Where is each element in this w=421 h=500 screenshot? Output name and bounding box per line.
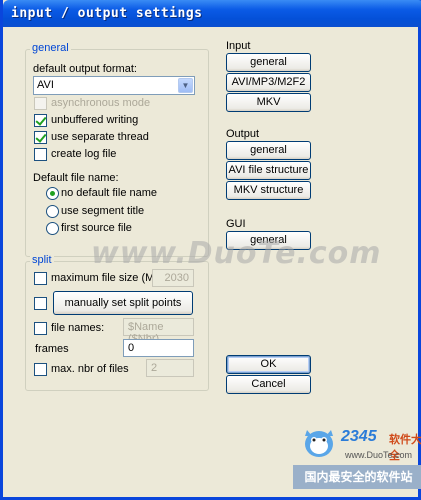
logo-url: www.DuoTe.com <box>345 450 413 460</box>
split-group-legend: split <box>30 254 54 266</box>
radio-no-default-name[interactable] <box>46 187 59 200</box>
file-names-label[interactable]: file names: <box>51 322 104 334</box>
max-file-size-checkbox[interactable] <box>34 272 47 285</box>
output-general-button[interactable]: general <box>226 141 311 160</box>
create-log-checkbox[interactable] <box>34 148 47 161</box>
title-bar[interactable]: input / output settings <box>3 0 421 27</box>
watermark-text: www.DuoTe.com <box>91 236 382 271</box>
gui-section-label: GUI <box>226 218 246 230</box>
input-section-label: Input <box>226 40 251 52</box>
unbuffered-writing-checkbox[interactable] <box>34 114 47 127</box>
frames-label: frames <box>35 343 69 355</box>
settings-window: input / output settings general default … <box>0 0 421 500</box>
create-log-label[interactable]: create log file <box>51 148 116 160</box>
radio-no-default-name-label[interactable]: no default file name <box>61 187 157 199</box>
output-avi-structure-button[interactable]: AVI file structure <box>226 161 311 180</box>
file-names-input: $Name ($Nbr) <box>123 318 194 345</box>
max-files-label[interactable]: max. nbr of files <box>51 363 129 375</box>
cancel-button[interactable]: Cancel <box>226 375 311 394</box>
chevron-down-icon[interactable]: ▼ <box>178 78 193 93</box>
max-file-size-label[interactable]: maximum file size (MB) <box>51 272 165 284</box>
mascot-icon <box>305 430 333 457</box>
unbuffered-writing-label[interactable]: unbuffered writing <box>51 114 138 126</box>
input-mkv-button[interactable]: MKV <box>226 93 311 112</box>
radio-segment-title-label[interactable]: use segment title <box>61 205 144 217</box>
input-general-button[interactable]: general <box>226 53 311 72</box>
separate-thread-checkbox[interactable] <box>34 131 47 144</box>
radio-segment-title[interactable] <box>46 205 59 218</box>
general-group-legend: general <box>30 42 71 54</box>
input-avi-mp3-m2f2-button[interactable]: AVI/MP3/M2F2 <box>226 73 311 92</box>
ok-button[interactable]: OK <box>226 355 311 374</box>
file-names-checkbox[interactable] <box>34 322 47 335</box>
output-mkv-structure-button[interactable]: MKV structure <box>226 181 311 200</box>
max-file-size-input: 2030 <box>152 269 194 287</box>
frames-input[interactable]: 0 <box>123 339 194 357</box>
async-mode-label: asynchronous mode <box>51 97 151 109</box>
manual-split-button[interactable]: manually set split points <box>53 291 193 315</box>
site-logo: 2345 软件大全 www.DuoTe.com 国内最安全的软件站 <box>293 418 421 500</box>
async-mode-checkbox <box>34 97 47 110</box>
separate-thread-label[interactable]: use separate thread <box>51 131 149 143</box>
radio-first-source[interactable] <box>46 222 59 235</box>
radio-first-source-label[interactable]: first source file <box>61 222 132 234</box>
output-format-label: default output format: <box>33 63 137 75</box>
default-file-name-label: Default file name: <box>33 172 119 184</box>
manual-split-checkbox[interactable] <box>34 297 47 310</box>
window-title: input / output settings <box>11 6 203 21</box>
output-format-value: AVI <box>37 79 54 91</box>
max-files-checkbox[interactable] <box>34 363 47 376</box>
output-section-label: Output <box>226 128 260 140</box>
logo-number: 2345 <box>341 428 377 445</box>
logo-slogan: 国内最安全的软件站 <box>293 465 421 489</box>
output-format-select[interactable]: AVI ▼ <box>33 76 195 95</box>
max-files-input: 2 <box>146 359 194 377</box>
